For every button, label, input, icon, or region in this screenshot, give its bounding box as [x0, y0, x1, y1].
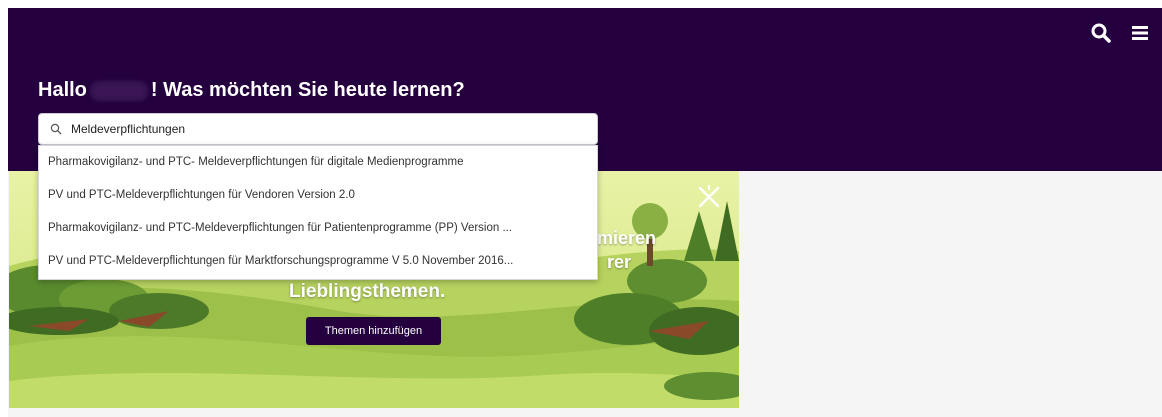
suggestion-item[interactable]: PV und PTC-Meldeverpflichtungen für Mark… — [39, 245, 597, 278]
greeting-suffix: ! Was möchten Sie heute lernen? — [150, 79, 465, 101]
banner-text-fragment: mieren — [597, 228, 657, 248]
search-icon — [50, 123, 62, 135]
suggestion-item[interactable]: Pharmakovigilanz- und PTC- Meldeverpflic… — [39, 146, 597, 179]
greeting-heading: Hallo ! Was möchten Sie heute lernen? — [38, 79, 465, 102]
banner-heading: Lieblingsthemen. — [289, 281, 446, 302]
banner-text-fragment: rer — [607, 252, 632, 272]
hamburger-menu-icon[interactable] — [1129, 22, 1151, 44]
greeting-prefix: Hallo — [38, 79, 87, 101]
search-field[interactable] — [38, 113, 598, 145]
search-suggestions-dropdown: Pharmakovigilanz- und PTC- Meldeverpflic… — [38, 145, 598, 280]
search-icon[interactable] — [1090, 22, 1112, 44]
add-topics-button[interactable]: Themen hinzufügen — [306, 317, 441, 345]
suggestion-item[interactable]: PV und PTC-Meldeverpflichtungen für Vend… — [39, 179, 597, 212]
suggestion-item[interactable]: Pharmakovigilanz- und PTC-Meldeverpflich… — [39, 212, 597, 245]
search-input[interactable] — [71, 122, 571, 136]
redacted-username — [88, 79, 149, 102]
close-icon[interactable] — [697, 185, 721, 209]
